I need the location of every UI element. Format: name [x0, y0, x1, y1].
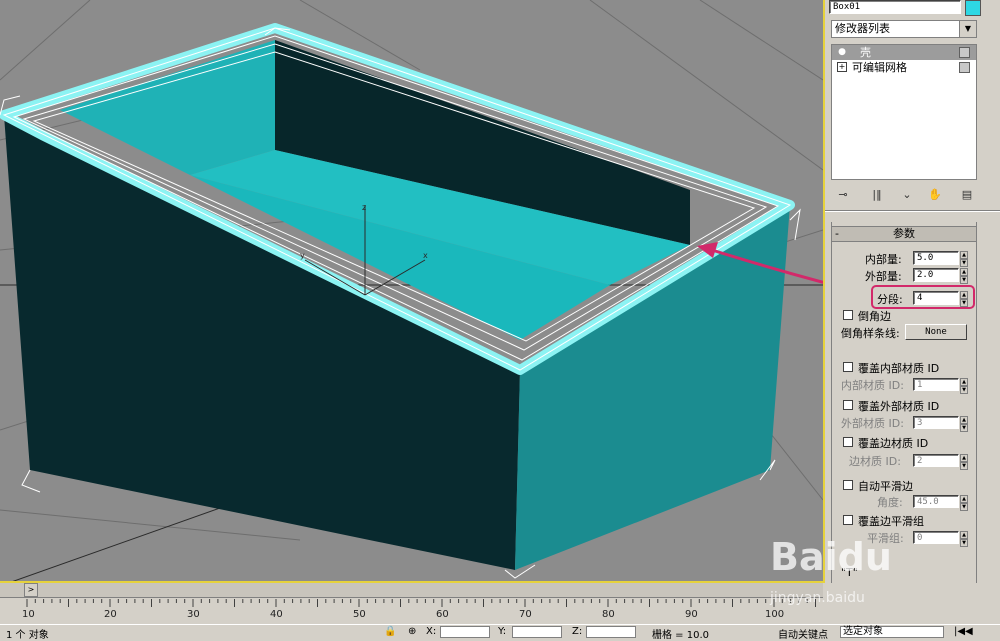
time-slider-arrow-icon[interactable]: > [24, 583, 38, 597]
stack-item-label: 壳 [860, 46, 871, 59]
track-ruler[interactable]: 10 20 30 40 50 60 70 80 90 100 [0, 599, 823, 620]
angle-label: 角度: [877, 496, 903, 509]
show-end-result-icon[interactable]: |‖ [869, 187, 885, 203]
baidu-watermark: Baidu [770, 535, 892, 579]
override-smooth-label: 覆盖边平滑组 [858, 515, 924, 528]
auto-smooth-checkbox[interactable] [843, 480, 853, 490]
bevel-spline-label: 倒角样条线: [841, 327, 900, 340]
smooth-group-field[interactable]: 0 [913, 531, 959, 544]
tick-label: 80 [602, 609, 615, 620]
inner-mat-id-field[interactable]: 1 [913, 378, 959, 391]
stack-item-box [959, 47, 970, 58]
tick-label: 50 [353, 609, 366, 620]
smooth-group-spinner[interactable]: ▲ ▼ [960, 531, 968, 547]
chevron-down-icon[interactable]: ▼ [959, 21, 976, 37]
rollout-title: 参数 [893, 227, 915, 240]
bevel-edges-label: 倒角边 [858, 310, 891, 323]
tick-label: 70 [519, 609, 532, 620]
edge-mat-id-spinner[interactable]: ▲ ▼ [960, 454, 968, 470]
selection-count: 1 个 对象 [6, 630, 49, 641]
auto-key-button[interactable]: 自动关键点 [778, 626, 828, 641]
inner-amount-field[interactable]: 5.0 [913, 251, 959, 265]
stack-item-label: 可编辑网格 [852, 61, 907, 74]
tick-label: 60 [436, 609, 449, 620]
go-to-start-icon[interactable]: |◀◀ [954, 626, 973, 637]
inner-amount-spinner[interactable]: ▲ ▼ [960, 251, 968, 267]
outer-mat-id-label: 外部材质 ID: [841, 417, 904, 430]
modifier-stack[interactable]: ● 壳 + 可编辑网格 [831, 44, 977, 180]
inner-mat-id-spinner[interactable]: ▲ ▼ [960, 378, 968, 394]
tick-label: 90 [685, 609, 698, 620]
transform-type-icon[interactable]: ⊕ [408, 626, 416, 637]
tick-label: 30 [187, 609, 200, 620]
object-name-field[interactable]: Box01 [829, 0, 961, 14]
override-inner-mat-checkbox[interactable] [843, 362, 853, 372]
override-smooth-checkbox[interactable] [843, 515, 853, 525]
segments-highlight [871, 285, 975, 309]
x-coord-field[interactable] [440, 626, 490, 638]
modifier-list-dropdown[interactable]: 修改器列表 ▼ [831, 20, 977, 38]
remove-modifier-icon[interactable]: ✋ [927, 187, 943, 203]
edge-mat-id-field[interactable]: 2 [913, 454, 959, 467]
edge-mat-id-label: 边材质 ID: [849, 455, 901, 468]
override-outer-mat-label: 覆盖外部材质 ID [858, 400, 940, 413]
plus-icon[interactable]: + [837, 62, 847, 72]
angle-field[interactable]: 45.0 [913, 495, 959, 508]
command-panel: Box01 修改器列表 ▼ ● 壳 + 可编辑网格 ⊸ |‖ ⌄ ✋ ▤ - 参… [825, 0, 1000, 620]
axis-y-label: y [300, 251, 305, 260]
tick-label: 100 [765, 609, 785, 620]
ruler-ticks [26, 599, 816, 607]
outer-mat-id-field[interactable]: 3 [913, 416, 959, 429]
angle-spinner[interactable]: ▲ ▼ [960, 495, 968, 511]
parameters-rollout-header[interactable]: - 参数 [831, 226, 977, 242]
bevel-edges-checkbox[interactable] [843, 310, 853, 320]
bevel-spline-button[interactable]: None [905, 324, 967, 340]
make-unique-icon[interactable]: ⌄ [899, 187, 915, 203]
shell-box-render: z x y [0, 0, 823, 581]
override-outer-mat-checkbox[interactable] [843, 400, 853, 410]
tick-label: 40 [270, 609, 283, 620]
selected-object-label: 选定对象 [843, 626, 883, 637]
perspective-viewport[interactable]: z x y [0, 0, 825, 583]
configure-sets-icon[interactable]: ▤ [959, 187, 975, 203]
lock-icon[interactable]: 🔒 [384, 626, 396, 637]
stack-item-shell[interactable]: ● 壳 [832, 45, 976, 60]
axis-x-label: x [423, 251, 428, 260]
baidu-watermark-url: jingyan.baidu [770, 590, 865, 606]
grid-size: 栅格 = 10.0 [652, 630, 710, 641]
status-bar: 1 个 对象 🔒 ⊕ X: Y: Z: 栅格 = 10.0 自动关键点 选定对象… [0, 624, 1000, 641]
lightbulb-icon[interactable]: ● [837, 47, 847, 57]
selected-object-dropdown[interactable]: 选定对象 [840, 626, 944, 638]
time-slider[interactable]: > [0, 583, 823, 598]
collapse-icon[interactable]: - [835, 227, 839, 240]
override-edge-mat-checkbox[interactable] [843, 437, 853, 447]
stack-item-editable-mesh[interactable]: + 可编辑网格 [832, 60, 976, 75]
x-label: X: [426, 626, 437, 637]
y-coord-field[interactable] [512, 626, 562, 638]
inner-amount-label: 内部量: [865, 253, 902, 266]
y-label: Y: [498, 626, 507, 637]
outer-amount-spinner[interactable]: ▲ ▼ [960, 268, 968, 284]
z-label: Z: [572, 626, 583, 637]
override-inner-mat-label: 覆盖内部材质 ID [858, 362, 940, 375]
modifier-list-label: 修改器列表 [835, 22, 890, 35]
stack-item-box [959, 62, 970, 73]
z-coord-field[interactable] [586, 626, 636, 638]
tick-label: 10 [22, 609, 35, 620]
auto-smooth-label: 自动平滑边 [858, 480, 913, 493]
tick-label: 20 [104, 609, 117, 620]
pin-stack-icon[interactable]: ⊸ [835, 187, 851, 203]
stack-toolbar: ⊸ |‖ ⌄ ✋ ▤ [831, 184, 981, 206]
outer-amount-label: 外部量: [865, 270, 902, 283]
object-color-swatch[interactable] [965, 0, 981, 16]
inner-mat-id-label: 内部材质 ID: [841, 379, 904, 392]
override-edge-mat-label: 覆盖边材质 ID [858, 437, 929, 450]
axis-z-label: z [362, 203, 366, 212]
divider [825, 210, 1000, 212]
outer-amount-field[interactable]: 2.0 [913, 268, 959, 282]
outer-mat-id-spinner[interactable]: ▲ ▼ [960, 416, 968, 432]
